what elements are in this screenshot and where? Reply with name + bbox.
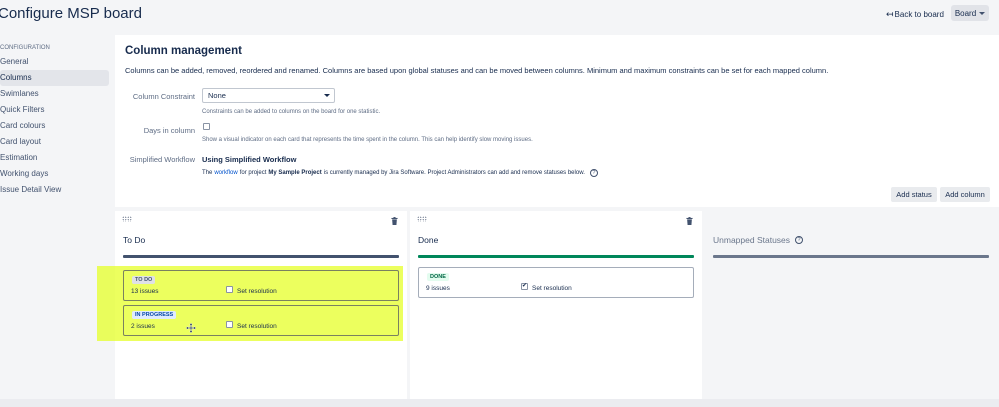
bottom-bar xyxy=(0,399,999,407)
set-resolution-checkbox[interactable]: ✔ xyxy=(521,283,528,290)
simplified-workflow-label: Simplified Workflow xyxy=(129,155,195,164)
sidebar-item-quick-filters[interactable]: Quick Filters xyxy=(0,102,109,118)
add-column-button[interactable]: Add column xyxy=(940,187,990,202)
set-resolution-checkbox[interactable] xyxy=(226,286,233,293)
days-in-column-checkbox[interactable] xyxy=(203,123,210,130)
unmapped-column-title: Unmapped Statuses ? xyxy=(713,235,804,245)
add-status-button[interactable]: Add status xyxy=(891,187,937,202)
issues-count: 9 issues xyxy=(426,285,450,292)
column-management-panel: Column management Columns can be added, … xyxy=(115,35,999,207)
status-lozenge: TO DO xyxy=(132,276,156,284)
column-name[interactable]: Done xyxy=(418,235,438,245)
page-header: Configure MSP board ↤ Back to board Boar… xyxy=(0,0,999,32)
chevron-down-icon xyxy=(324,94,330,97)
move-cursor-icon xyxy=(186,323,196,333)
sidebar-item-working-days[interactable]: Working days xyxy=(0,166,109,182)
column-status-bar xyxy=(123,255,399,258)
status-card-done[interactable]: DONE 9 issues ✔ Set resolution xyxy=(418,267,694,298)
simplified-workflow-value: Using Simplified Workflow xyxy=(202,155,297,164)
sidebar-item-card-layout[interactable]: Card layout xyxy=(0,134,109,150)
sidebar-item-swimlanes[interactable]: Swimlanes xyxy=(0,86,109,102)
column-constraint-label: Column Constraint xyxy=(132,92,195,101)
sidebar-item-estimation[interactable]: Estimation xyxy=(0,150,109,166)
set-resolution-label: Set resolution xyxy=(237,323,277,330)
column-name[interactable]: To Do xyxy=(123,235,145,245)
sidebar: CONFIGURATION General Columns Swimlanes … xyxy=(0,40,109,198)
workflow-text-the: The xyxy=(202,170,213,176)
column-unmapped-statuses: Unmapped Statuses ? xyxy=(705,211,997,399)
workflow-project-name: My Sample Project xyxy=(268,170,322,176)
question-circle-icon[interactable]: ? xyxy=(795,236,804,244)
status-card-in-progress[interactable]: IN PROGRESS 2 issues Set resolution xyxy=(123,305,399,336)
section-title: Column management xyxy=(125,45,242,57)
trash-icon[interactable] xyxy=(686,217,693,225)
drag-handle-icon[interactable] xyxy=(417,216,427,222)
column-status-bar xyxy=(713,255,989,258)
workflow-link[interactable]: workflow xyxy=(214,170,237,176)
workflow-text-for: for project xyxy=(239,170,267,176)
set-resolution-label: Set resolution xyxy=(237,288,277,295)
section-description: Columns can be added, removed, reordered… xyxy=(125,66,829,75)
column-constraint-select[interactable]: None xyxy=(202,88,335,103)
back-to-board-label: Back to board xyxy=(894,10,944,19)
trash-icon[interactable] xyxy=(391,217,398,225)
sidebar-item-card-colours[interactable]: Card colours xyxy=(0,118,109,134)
sidebar-item-issue-detail-view[interactable]: Issue Detail View xyxy=(0,182,109,198)
days-in-column-label: Days in column xyxy=(143,126,195,135)
issues-count: 2 issues xyxy=(131,323,155,330)
column-constraint-value: None xyxy=(208,91,226,100)
board-button-label: Board xyxy=(954,8,977,18)
set-resolution-label: Set resolution xyxy=(532,285,572,292)
question-circle-icon[interactable]: ? xyxy=(589,169,598,177)
sidebar-item-columns[interactable]: Columns xyxy=(0,70,109,86)
set-resolution-checkbox[interactable] xyxy=(226,321,233,328)
page-title: Configure MSP board xyxy=(0,5,142,22)
status-card-to-do[interactable]: TO DO 13 issues Set resolution xyxy=(123,270,399,301)
back-to-board-link[interactable]: ↤ Back to board xyxy=(886,9,944,20)
column-constraint-help: Constraints can be added to columns on t… xyxy=(202,109,381,115)
sidebar-item-general[interactable]: General xyxy=(0,54,109,70)
issues-count: 13 issues xyxy=(131,288,159,295)
days-in-column-help: Show a visual indicator on each card tha… xyxy=(202,137,533,143)
workflow-text-rest: is currently managed by Jira Software. P… xyxy=(323,170,585,176)
chevron-down-icon xyxy=(979,11,986,15)
simplified-workflow-text: The workflow for project My Sample Proje… xyxy=(202,169,598,177)
unmapped-column-name: Unmapped Statuses xyxy=(713,235,791,245)
sidebar-heading: CONFIGURATION xyxy=(0,45,50,51)
board-dropdown-button[interactable]: Board xyxy=(951,5,989,21)
drag-handle-icon[interactable] xyxy=(122,216,132,222)
status-lozenge: DONE xyxy=(427,273,449,281)
status-lozenge: IN PROGRESS xyxy=(132,311,177,319)
arrow-left-icon: ↤ xyxy=(886,9,894,19)
column-status-bar xyxy=(418,255,694,258)
column-done[interactable]: Done DONE 9 issues ✔ Set resolution xyxy=(410,211,702,399)
